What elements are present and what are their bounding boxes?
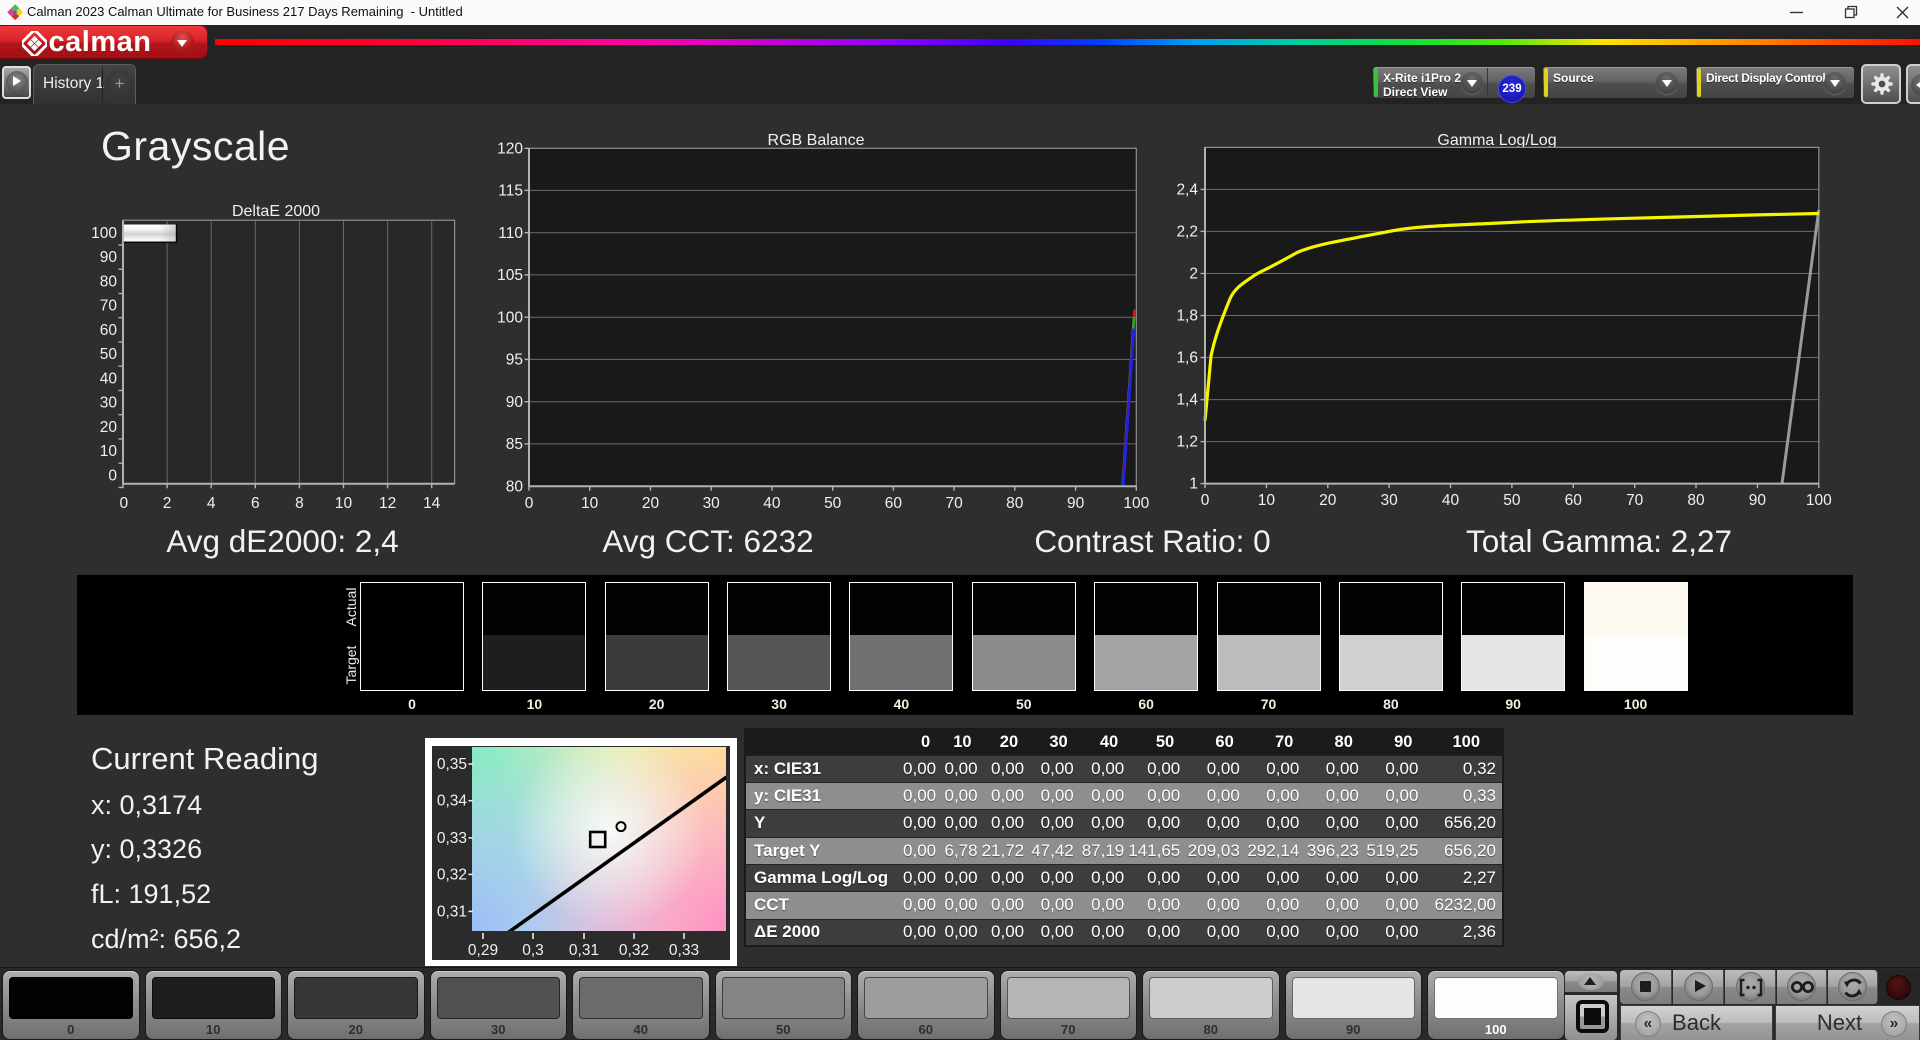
- svg-text:60: 60: [1565, 492, 1583, 509]
- svg-text:115: 115: [498, 183, 523, 200]
- svg-text:0: 0: [1201, 492, 1210, 509]
- svg-text:0,3: 0,3: [522, 942, 544, 959]
- svg-text:0,32: 0,32: [619, 942, 649, 959]
- svg-text:80: 80: [1687, 492, 1705, 509]
- svg-text:2: 2: [1189, 266, 1198, 283]
- svg-text:40: 40: [100, 370, 118, 387]
- svg-text:50: 50: [824, 495, 842, 512]
- svg-text:20: 20: [100, 419, 118, 436]
- svg-text:0,33: 0,33: [669, 942, 699, 959]
- svg-text:30: 30: [100, 395, 118, 412]
- svg-text:40: 40: [763, 495, 781, 512]
- svg-text:40: 40: [1442, 492, 1460, 509]
- svg-text:2: 2: [163, 495, 172, 512]
- svg-text:70: 70: [945, 495, 963, 512]
- svg-text:DeltaE 2000: DeltaE 2000: [232, 203, 320, 220]
- svg-text:0,33: 0,33: [437, 830, 467, 847]
- svg-text:0,31: 0,31: [437, 903, 467, 920]
- svg-text:120: 120: [497, 141, 523, 158]
- svg-text:0,31: 0,31: [569, 942, 599, 959]
- svg-text:30: 30: [703, 495, 721, 512]
- svg-text:RGB Balance: RGB Balance: [768, 132, 865, 149]
- svg-text:70: 70: [100, 298, 118, 315]
- svg-text:4: 4: [207, 495, 216, 512]
- svg-text:100: 100: [1806, 492, 1832, 509]
- svg-text:0: 0: [119, 495, 128, 512]
- svg-text:105: 105: [497, 267, 523, 284]
- svg-text:2,2: 2,2: [1176, 224, 1198, 241]
- svg-text:10: 10: [100, 443, 118, 460]
- svg-text:20: 20: [642, 495, 660, 512]
- svg-text:50: 50: [100, 346, 118, 363]
- svg-text:1,2: 1,2: [1176, 434, 1198, 451]
- svg-text:0,29: 0,29: [468, 942, 498, 959]
- svg-text:1,4: 1,4: [1176, 392, 1198, 409]
- svg-text:10: 10: [335, 495, 353, 512]
- svg-text:90: 90: [1749, 492, 1767, 509]
- svg-text:30: 30: [1380, 492, 1398, 509]
- svg-text:60: 60: [885, 495, 903, 512]
- svg-text:1,6: 1,6: [1176, 350, 1198, 367]
- svg-text:90: 90: [506, 394, 524, 411]
- svg-text:60: 60: [100, 322, 118, 339]
- svg-text:8: 8: [295, 495, 304, 512]
- svg-text:80: 80: [100, 274, 118, 291]
- svg-text:0,34: 0,34: [437, 793, 468, 810]
- svg-text:110: 110: [498, 225, 523, 242]
- svg-text:14: 14: [423, 495, 441, 512]
- svg-text:1,8: 1,8: [1176, 308, 1198, 325]
- svg-text:70: 70: [1626, 492, 1644, 509]
- svg-text:20: 20: [1319, 492, 1337, 509]
- svg-text:95: 95: [506, 352, 523, 369]
- svg-text:0,35: 0,35: [437, 756, 467, 773]
- svg-text:90: 90: [100, 249, 118, 266]
- svg-text:80: 80: [506, 478, 524, 495]
- svg-text:Gamma Log/Log: Gamma Log/Log: [1437, 132, 1556, 149]
- svg-text:10: 10: [1258, 492, 1276, 509]
- svg-text:10: 10: [581, 495, 599, 512]
- svg-text:85: 85: [506, 436, 523, 453]
- svg-text:2,4: 2,4: [1176, 182, 1198, 199]
- svg-text:50: 50: [1503, 492, 1521, 509]
- svg-text:0: 0: [525, 495, 534, 512]
- svg-text:100: 100: [1123, 495, 1149, 512]
- svg-text:100: 100: [91, 225, 117, 242]
- svg-text:100: 100: [497, 309, 523, 326]
- svg-text:12: 12: [379, 495, 396, 512]
- svg-text:0,32: 0,32: [437, 866, 467, 883]
- svg-text:80: 80: [1006, 495, 1024, 512]
- svg-text:6: 6: [251, 495, 260, 512]
- svg-text:0: 0: [108, 467, 117, 484]
- svg-text:90: 90: [1067, 495, 1085, 512]
- svg-text:1: 1: [1189, 476, 1198, 493]
